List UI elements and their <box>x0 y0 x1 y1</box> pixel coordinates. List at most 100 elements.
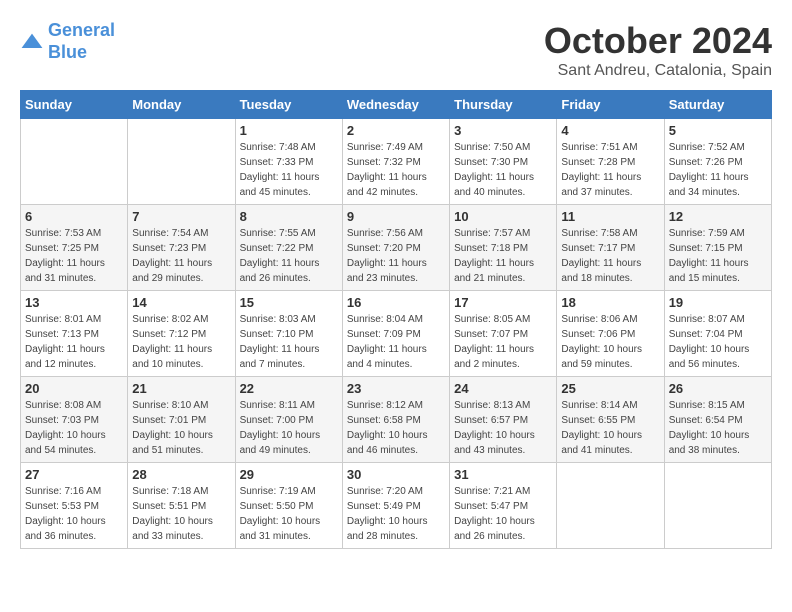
day-info: Sunrise: 7:16 AMSunset: 5:53 PMDaylight:… <box>25 484 123 544</box>
calendar-cell: 28 Sunrise: 7:18 AMSunset: 5:51 PMDayligh… <box>128 463 235 549</box>
day-info: Sunrise: 8:02 AMSunset: 7:12 PMDaylight:… <box>132 312 230 372</box>
weekday-header-thursday: Thursday <box>450 91 557 119</box>
day-info: Sunrise: 8:11 AMSunset: 7:00 PMDaylight:… <box>240 398 338 458</box>
day-number: 19 <box>669 295 767 310</box>
day-number: 26 <box>669 381 767 396</box>
weekday-header-wednesday: Wednesday <box>342 91 449 119</box>
day-number: 1 <box>240 123 338 138</box>
calendar-table: SundayMondayTuesdayWednesdayThursdayFrid… <box>20 90 772 549</box>
day-info: Sunrise: 8:07 AMSunset: 7:04 PMDaylight:… <box>669 312 767 372</box>
day-info: Sunrise: 7:21 AMSunset: 5:47 PMDaylight:… <box>454 484 552 544</box>
calendar-cell: 25Sunrise: 8:14 AMSunset: 6:55 PMDayligh… <box>557 377 664 463</box>
week-row-3: 13Sunrise: 8:01 AMSunset: 7:13 PMDayligh… <box>21 291 772 377</box>
calendar-cell: 10 Sunrise: 7:57 AMSunset: 7:18 PMDayligh… <box>450 205 557 291</box>
day-number: 28 <box>132 467 230 482</box>
day-number: 12 <box>669 209 767 224</box>
title-block: October 2024 Sant Andreu, Catalonia, Spa… <box>544 20 772 80</box>
calendar-cell: 3 Sunrise: 7:50 AMSunset: 7:30 PMDaylight… <box>450 119 557 205</box>
day-info: Sunrise: 7:50 AMSunset: 7:30 PMDaylight:… <box>454 140 552 200</box>
calendar-cell: 17Sunrise: 8:05 AMSunset: 7:07 PMDayligh… <box>450 291 557 377</box>
calendar-cell: 13Sunrise: 8:01 AMSunset: 7:13 PMDayligh… <box>21 291 128 377</box>
calendar-cell: 4 Sunrise: 7:51 AMSunset: 7:28 PMDaylight… <box>557 119 664 205</box>
day-number: 22 <box>240 381 338 396</box>
day-number: 31 <box>454 467 552 482</box>
day-number: 3 <box>454 123 552 138</box>
calendar-cell: 23Sunrise: 8:12 AMSunset: 6:58 PMDayligh… <box>342 377 449 463</box>
day-info: Sunrise: 7:19 AMSunset: 5:50 PMDaylight:… <box>240 484 338 544</box>
day-number: 4 <box>561 123 659 138</box>
day-number: 30 <box>347 467 445 482</box>
day-info: Sunrise: 8:04 AMSunset: 7:09 PMDaylight:… <box>347 312 445 372</box>
logo: General Blue <box>20 20 115 63</box>
day-number: 7 <box>132 209 230 224</box>
calendar-cell <box>21 119 128 205</box>
day-info: Sunrise: 8:01 AMSunset: 7:13 PMDaylight:… <box>25 312 123 372</box>
day-number: 2 <box>347 123 445 138</box>
day-number: 8 <box>240 209 338 224</box>
week-row-1: 1 Sunrise: 7:48 AMSunset: 7:33 PMDaylight… <box>21 119 772 205</box>
day-info: Sunrise: 7:20 AMSunset: 5:49 PMDaylight:… <box>347 484 445 544</box>
day-info: Sunrise: 7:18 AMSunset: 5:51 PMDaylight:… <box>132 484 230 544</box>
day-number: 9 <box>347 209 445 224</box>
day-number: 10 <box>454 209 552 224</box>
calendar-cell: 2 Sunrise: 7:49 AMSunset: 7:32 PMDaylight… <box>342 119 449 205</box>
weekday-header-row: SundayMondayTuesdayWednesdayThursdayFrid… <box>21 91 772 119</box>
calendar-cell: 11Sunrise: 7:58 AMSunset: 7:17 PMDayligh… <box>557 205 664 291</box>
location-subtitle: Sant Andreu, Catalonia, Spain <box>544 62 772 80</box>
calendar-cell: 19 Sunrise: 8:07 AMSunset: 7:04 PMDayligh… <box>664 291 771 377</box>
weekday-header-monday: Monday <box>128 91 235 119</box>
day-info: Sunrise: 7:51 AMSunset: 7:28 PMDaylight:… <box>561 140 659 200</box>
day-info: Sunrise: 7:53 AMSunset: 7:25 PMDaylight:… <box>25 226 123 286</box>
calendar-cell: 15 Sunrise: 8:03 AMSunset: 7:10 PMDayligh… <box>235 291 342 377</box>
calendar-cell <box>557 463 664 549</box>
calendar-cell: 21Sunrise: 8:10 AMSunset: 7:01 PMDayligh… <box>128 377 235 463</box>
day-number: 20 <box>25 381 123 396</box>
calendar-cell: 8 Sunrise: 7:55 AMSunset: 7:22 PMDaylight… <box>235 205 342 291</box>
calendar-cell: 1 Sunrise: 7:48 AMSunset: 7:33 PMDaylight… <box>235 119 342 205</box>
day-number: 15 <box>240 295 338 310</box>
calendar-cell: 14 Sunrise: 8:02 AMSunset: 7:12 PMDayligh… <box>128 291 235 377</box>
day-info: Sunrise: 7:56 AMSunset: 7:20 PMDaylight:… <box>347 226 445 286</box>
calendar-cell: 29Sunrise: 7:19 AMSunset: 5:50 PMDayligh… <box>235 463 342 549</box>
calendar-cell: 22 Sunrise: 8:11 AMSunset: 7:00 PMDayligh… <box>235 377 342 463</box>
day-number: 17 <box>454 295 552 310</box>
day-info: Sunrise: 8:14 AMSunset: 6:55 PMDaylight:… <box>561 398 659 458</box>
day-number: 5 <box>669 123 767 138</box>
day-info: Sunrise: 7:49 AMSunset: 7:32 PMDaylight:… <box>347 140 445 200</box>
day-number: 16 <box>347 295 445 310</box>
day-info: Sunrise: 8:06 AMSunset: 7:06 PMDaylight:… <box>561 312 659 372</box>
weekday-header-tuesday: Tuesday <box>235 91 342 119</box>
page-header: General Blue October 2024 Sant Andreu, C… <box>20 20 772 80</box>
calendar-cell <box>664 463 771 549</box>
day-info: Sunrise: 7:59 AMSunset: 7:15 PMDaylight:… <box>669 226 767 286</box>
day-info: Sunrise: 8:08 AMSunset: 7:03 PMDaylight:… <box>25 398 123 458</box>
calendar-cell: 12 Sunrise: 7:59 AMSunset: 7:15 PMDayligh… <box>664 205 771 291</box>
calendar-cell <box>128 119 235 205</box>
day-info: Sunrise: 7:48 AMSunset: 7:33 PMDaylight:… <box>240 140 338 200</box>
calendar-cell: 9 Sunrise: 7:56 AMSunset: 7:20 PMDaylight… <box>342 205 449 291</box>
weekday-header-friday: Friday <box>557 91 664 119</box>
day-number: 24 <box>454 381 552 396</box>
calendar-cell: 31 Sunrise: 7:21 AMSunset: 5:47 PMDayligh… <box>450 463 557 549</box>
calendar-cell: 18Sunrise: 8:06 AMSunset: 7:06 PMDayligh… <box>557 291 664 377</box>
calendar-cell: 5 Sunrise: 7:52 AMSunset: 7:26 PMDaylight… <box>664 119 771 205</box>
calendar-cell: 16 Sunrise: 8:04 AMSunset: 7:09 PMDayligh… <box>342 291 449 377</box>
day-number: 6 <box>25 209 123 224</box>
day-info: Sunrise: 8:03 AMSunset: 7:10 PMDaylight:… <box>240 312 338 372</box>
day-number: 14 <box>132 295 230 310</box>
day-info: Sunrise: 7:57 AMSunset: 7:18 PMDaylight:… <box>454 226 552 286</box>
calendar-cell: 20 Sunrise: 8:08 AMSunset: 7:03 PMDayligh… <box>21 377 128 463</box>
calendar-cell: 27 Sunrise: 7:16 AMSunset: 5:53 PMDayligh… <box>21 463 128 549</box>
day-info: Sunrise: 7:55 AMSunset: 7:22 PMDaylight:… <box>240 226 338 286</box>
logo-icon <box>20 32 44 52</box>
day-info: Sunrise: 7:52 AMSunset: 7:26 PMDaylight:… <box>669 140 767 200</box>
day-info: Sunrise: 8:15 AMSunset: 6:54 PMDaylight:… <box>669 398 767 458</box>
week-row-2: 6 Sunrise: 7:53 AMSunset: 7:25 PMDaylight… <box>21 205 772 291</box>
calendar-cell: 30 Sunrise: 7:20 AMSunset: 5:49 PMDayligh… <box>342 463 449 549</box>
weekday-header-sunday: Sunday <box>21 91 128 119</box>
week-row-5: 27 Sunrise: 7:16 AMSunset: 5:53 PMDayligh… <box>21 463 772 549</box>
calendar-cell: 7Sunrise: 7:54 AMSunset: 7:23 PMDaylight… <box>128 205 235 291</box>
day-number: 27 <box>25 467 123 482</box>
day-info: Sunrise: 8:12 AMSunset: 6:58 PMDaylight:… <box>347 398 445 458</box>
logo-text: General Blue <box>48 20 115 63</box>
